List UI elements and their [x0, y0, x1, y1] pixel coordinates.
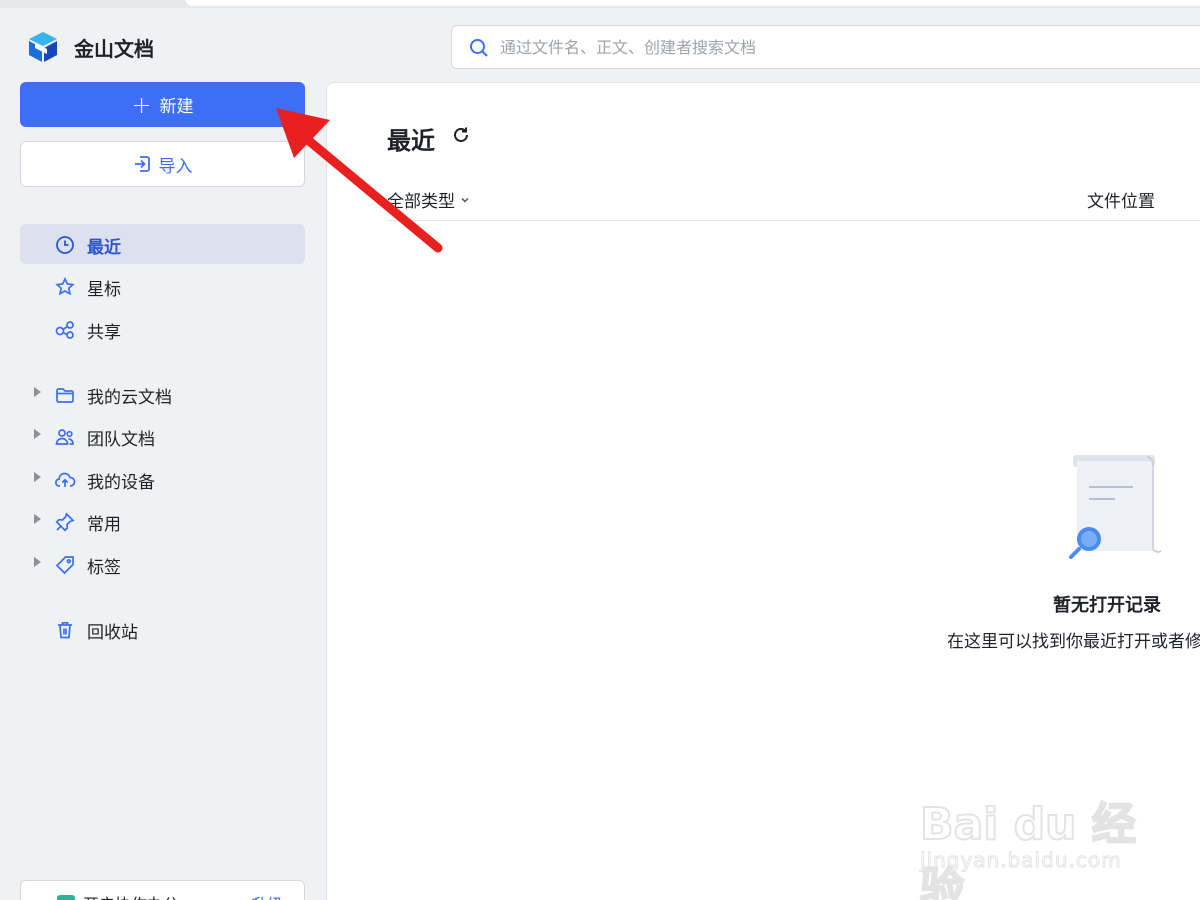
expand-caret-icon[interactable]	[34, 514, 41, 524]
sidebar-item-label: 星标	[87, 280, 121, 300]
cloud-upload-icon	[55, 472, 76, 487]
empty-state-description: 在这里可以找到你最近打开或者修	[947, 632, 1200, 652]
column-header-location: 文件位置	[1087, 192, 1155, 212]
sidebar-item-shared[interactable]: 共享	[20, 309, 305, 349]
app-name: 金山文档	[74, 36, 154, 61]
sidebar-item-my-devices[interactable]: 我的设备	[20, 459, 305, 499]
sidebar-item-tags[interactable]: 标签	[20, 544, 305, 584]
sidebar-item-team-docs[interactable]: 团队文档	[20, 416, 305, 456]
folder-icon	[56, 388, 74, 403]
new-button-label: 新建	[159, 97, 194, 117]
watermark-url: jingyan.baidu.com	[920, 848, 1122, 873]
search-input[interactable]	[500, 34, 1180, 60]
import-icon	[134, 156, 150, 172]
share-icon	[55, 321, 74, 339]
annotation-arrow	[276, 108, 443, 253]
tag-icon	[55, 556, 74, 575]
trash-icon	[58, 621, 72, 639]
promo-text: 开启协作办公	[83, 891, 179, 900]
refresh-icon[interactable]	[451, 125, 471, 145]
plus-icon: +	[131, 90, 152, 119]
expand-caret-icon[interactable]	[34, 557, 41, 567]
sidebar-item-label: 团队文档	[87, 430, 155, 450]
sidebar-item-frequent[interactable]: 常用	[20, 501, 305, 541]
import-button[interactable]: 导入	[20, 141, 305, 187]
empty-document-illustration	[1069, 455, 1162, 559]
clock-icon	[56, 236, 74, 254]
star-icon	[55, 277, 75, 296]
chevron-down-icon	[461, 197, 469, 203]
pin-icon	[55, 512, 75, 532]
sidebar-item-trash[interactable]: 回收站	[20, 609, 305, 649]
sidebar-item-label: 我的云文档	[87, 388, 172, 408]
sidebar-item-label: 常用	[87, 515, 121, 535]
sidebar-item-label: 共享	[87, 323, 121, 343]
expand-caret-icon[interactable]	[34, 472, 41, 482]
upgrade-link[interactable]: 升级	[251, 891, 283, 900]
sidebar-item-starred[interactable]: 星标	[20, 266, 305, 306]
import-button-label: 导入	[158, 156, 193, 177]
app-logo[interactable]: 金山文档	[26, 30, 154, 64]
watermark-brand: Bai du 经验	[919, 798, 1137, 900]
active-tab	[186, 0, 1200, 6]
gem-icon	[57, 895, 75, 900]
kdocs-logo-icon	[29, 32, 57, 62]
expand-caret-icon[interactable]	[34, 387, 41, 397]
team-icon	[55, 429, 74, 445]
upgrade-promo[interactable]: 开启协作办公 升级	[20, 880, 305, 900]
sidebar-item-label: 最近	[87, 238, 121, 258]
new-button[interactable]: + 新建	[20, 82, 305, 127]
sidebar-item-my-cloud-docs[interactable]: 我的云文档	[20, 374, 305, 414]
sidebar-item-label: 回收站	[87, 623, 138, 643]
search-icon	[470, 39, 488, 57]
sidebar-item-recent[interactable]: 最近	[20, 224, 305, 264]
sidebar-item-label: 我的设备	[87, 473, 155, 493]
expand-caret-icon[interactable]	[34, 429, 41, 439]
sidebar-item-label: 标签	[87, 558, 121, 578]
empty-state-title: 暂无打开记录	[1053, 595, 1161, 616]
header-divider	[387, 220, 1200, 221]
baidu-jingyan-watermark: Bai du 经验 jingyan.baidu.com	[919, 778, 1150, 900]
search-box[interactable]	[451, 25, 1200, 69]
